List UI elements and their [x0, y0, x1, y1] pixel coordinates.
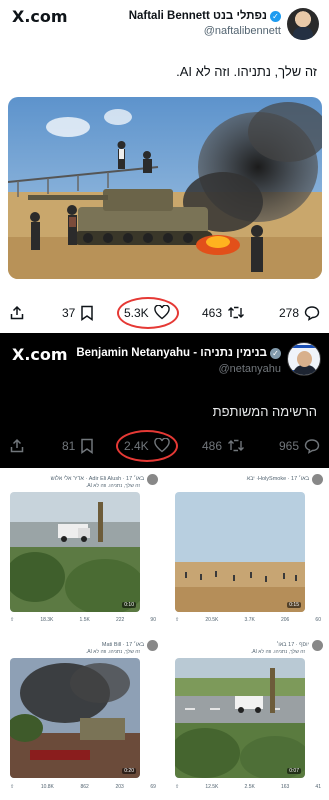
bookmark-count: 37 [62, 306, 76, 320]
video-thumbnail[interactable]: 0:07 [175, 658, 305, 778]
grid-post-actions: ⇧ 10.8K 862 203 69 [10, 782, 156, 792]
grid-post-actions: ⇧ 18.3K 1.5K 222 90 [10, 615, 156, 625]
x-logo: X.com [12, 345, 68, 364]
share-icon[interactable]: ⇧ [175, 617, 179, 623]
video-posts-grid: אדיר אלי אלוש · Adir Eli Alush · 17 באו׳… [0, 468, 329, 800]
bookmark-count: 81 [62, 439, 76, 453]
tank-scene-image [8, 97, 322, 279]
post-bennett: X.com ✓ נפתלי בנט Naftali Bennett @nafta… [0, 0, 329, 333]
grid-post-actions: ⇧ 20.5K 3.7K 206 60 [175, 615, 321, 625]
author-handle[interactable]: @netanyahu [218, 363, 281, 375]
reply-count[interactable]: 60 [315, 617, 321, 623]
reply-icon [304, 306, 320, 321]
grid-post-text: זה שלך, נתניהו. וזה לא AI. [85, 649, 140, 655]
video-duration: 0:07 [287, 768, 301, 774]
video-thumbnail[interactable]: 0:20 [10, 658, 140, 778]
view-count: 10.8K [40, 784, 54, 790]
post-netanyahu: X.com Benjamin Netanyahu - בנימין נתניהו… [0, 333, 329, 468]
video-thumbnail[interactable]: 0:10 [10, 492, 140, 612]
bookmark-icon [81, 438, 94, 454]
author-name[interactable]: Benjamin Netanyahu - בנימין נתניהו ✓ [76, 347, 281, 359]
grid-post-author: Mati Bill · 17 באו׳ [101, 642, 144, 648]
view-count: 12.5K [205, 784, 219, 790]
reply-count[interactable]: 69 [150, 784, 156, 790]
like-count[interactable]: 3.7K [245, 617, 255, 623]
repost-icon [228, 306, 245, 319]
bookmark-icon [81, 305, 94, 321]
author-name[interactable]: ✓ נפתלי בנט Naftali Bennett [129, 10, 281, 22]
repost-count[interactable]: 222 [116, 617, 124, 623]
highlight-circle [117, 297, 179, 329]
share-icon [10, 305, 24, 320]
flag-stripe-top [288, 345, 320, 348]
grid-post-4[interactable]: יוסף · 17 באו׳ זה שלך, נתניהו. וזה לא AI… [167, 636, 327, 796]
avatar [147, 473, 158, 485]
verified-badge-icon: ✓ [270, 347, 281, 359]
grid-post-3[interactable]: Mati Bill · 17 באו׳ זה שלך, נתניהו. וזה … [2, 636, 162, 796]
grid-post-text: זה שלך, נתניהו. וזה לא AI. [85, 483, 140, 489]
author-handle[interactable]: @naftalibennett [204, 25, 281, 37]
road-scene-image [175, 658, 305, 778]
avatar [147, 639, 158, 651]
grid-post-header: יבא ·HolySmoke · 17 באו׳ [171, 472, 323, 486]
grid-post-actions: ⇧ 12.5K 2.5K 163 41 [175, 782, 321, 792]
like-count[interactable]: 1.5K [80, 617, 90, 623]
avatar [312, 473, 323, 485]
grid-post-author: אדיר אלי אלוש · Adir Eli Alush · 17 באו׳ [50, 476, 144, 482]
bookmark-button[interactable]: 37 [62, 305, 94, 321]
post-text: הרשימה המשותפת [212, 404, 317, 419]
share-icon[interactable]: ⇧ [10, 617, 14, 623]
grid-post-text: זה שלך, נתניהו. וזה לא AI. [250, 649, 305, 655]
repost-count[interactable]: 206 [281, 617, 289, 623]
video-duration: 0:20 [122, 768, 136, 774]
post-actions: 37 5.3K 463 278 [0, 297, 329, 329]
field-scene-image [175, 492, 305, 612]
share-button[interactable] [9, 438, 25, 454]
author-name-text: Benjamin Netanyahu - בנימין נתניהו [76, 347, 267, 359]
post-text: זה שלך, נתניהו. וזה לא AI. [176, 64, 317, 79]
repost-button[interactable]: 463 [202, 305, 245, 320]
reply-count[interactable]: 90 [150, 617, 156, 623]
repost-icon [228, 439, 245, 452]
post-photo[interactable] [8, 97, 322, 279]
video-duration: 0:15 [287, 602, 301, 608]
post-actions: 81 2.4K 486 965 [0, 430, 329, 462]
repost-count: 463 [202, 305, 223, 320]
x-logo: X.com [12, 7, 68, 26]
share-icon[interactable]: ⇧ [10, 784, 14, 790]
view-count: 20.5K [205, 617, 219, 623]
reply-icon [304, 439, 320, 454]
reply-button[interactable]: 965 [279, 438, 320, 454]
video-thumbnail[interactable]: 0:15 [175, 492, 305, 612]
repost-count: 486 [202, 438, 223, 453]
verified-badge-icon: ✓ [270, 10, 281, 22]
repost-count[interactable]: 203 [115, 784, 123, 790]
bookmark-button[interactable]: 81 [62, 438, 94, 454]
repost-button[interactable]: 486 [202, 438, 245, 453]
highlight-circle [116, 430, 178, 462]
like-count[interactable]: 862 [81, 784, 89, 790]
grid-post-author: יוסף · 17 באו׳ [276, 642, 309, 648]
reply-count: 965 [279, 439, 300, 453]
reply-button[interactable]: 278 [279, 305, 320, 321]
avatar[interactable] [287, 8, 319, 40]
video-duration: 0:10 [122, 602, 136, 608]
reply-count[interactable]: 41 [315, 784, 321, 790]
share-icon [10, 438, 24, 453]
avatar [312, 639, 323, 651]
grid-post-author: יבא ·HolySmoke · 17 באו׳ [246, 476, 309, 482]
share-button[interactable] [9, 305, 25, 321]
grid-post-2[interactable]: יבא ·HolySmoke · 17 באו׳ 0:15 ⇧ 20.5K 3.… [167, 470, 327, 630]
like-count[interactable]: 2.5K [245, 784, 255, 790]
repost-count[interactable]: 163 [281, 784, 289, 790]
share-icon[interactable]: ⇧ [175, 784, 179, 790]
avatar[interactable] [287, 342, 321, 376]
reply-count: 278 [279, 306, 300, 320]
author-name-text: נפתלי בנט Naftali Bennett [128, 10, 267, 22]
face-shape [297, 351, 312, 367]
grid-post-1[interactable]: אדיר אלי אלוש · Adir Eli Alush · 17 באו׳… [2, 470, 162, 630]
view-count: 18.3K [40, 617, 54, 623]
road-scene-image [10, 492, 140, 612]
smoke-scene-image [10, 658, 140, 778]
